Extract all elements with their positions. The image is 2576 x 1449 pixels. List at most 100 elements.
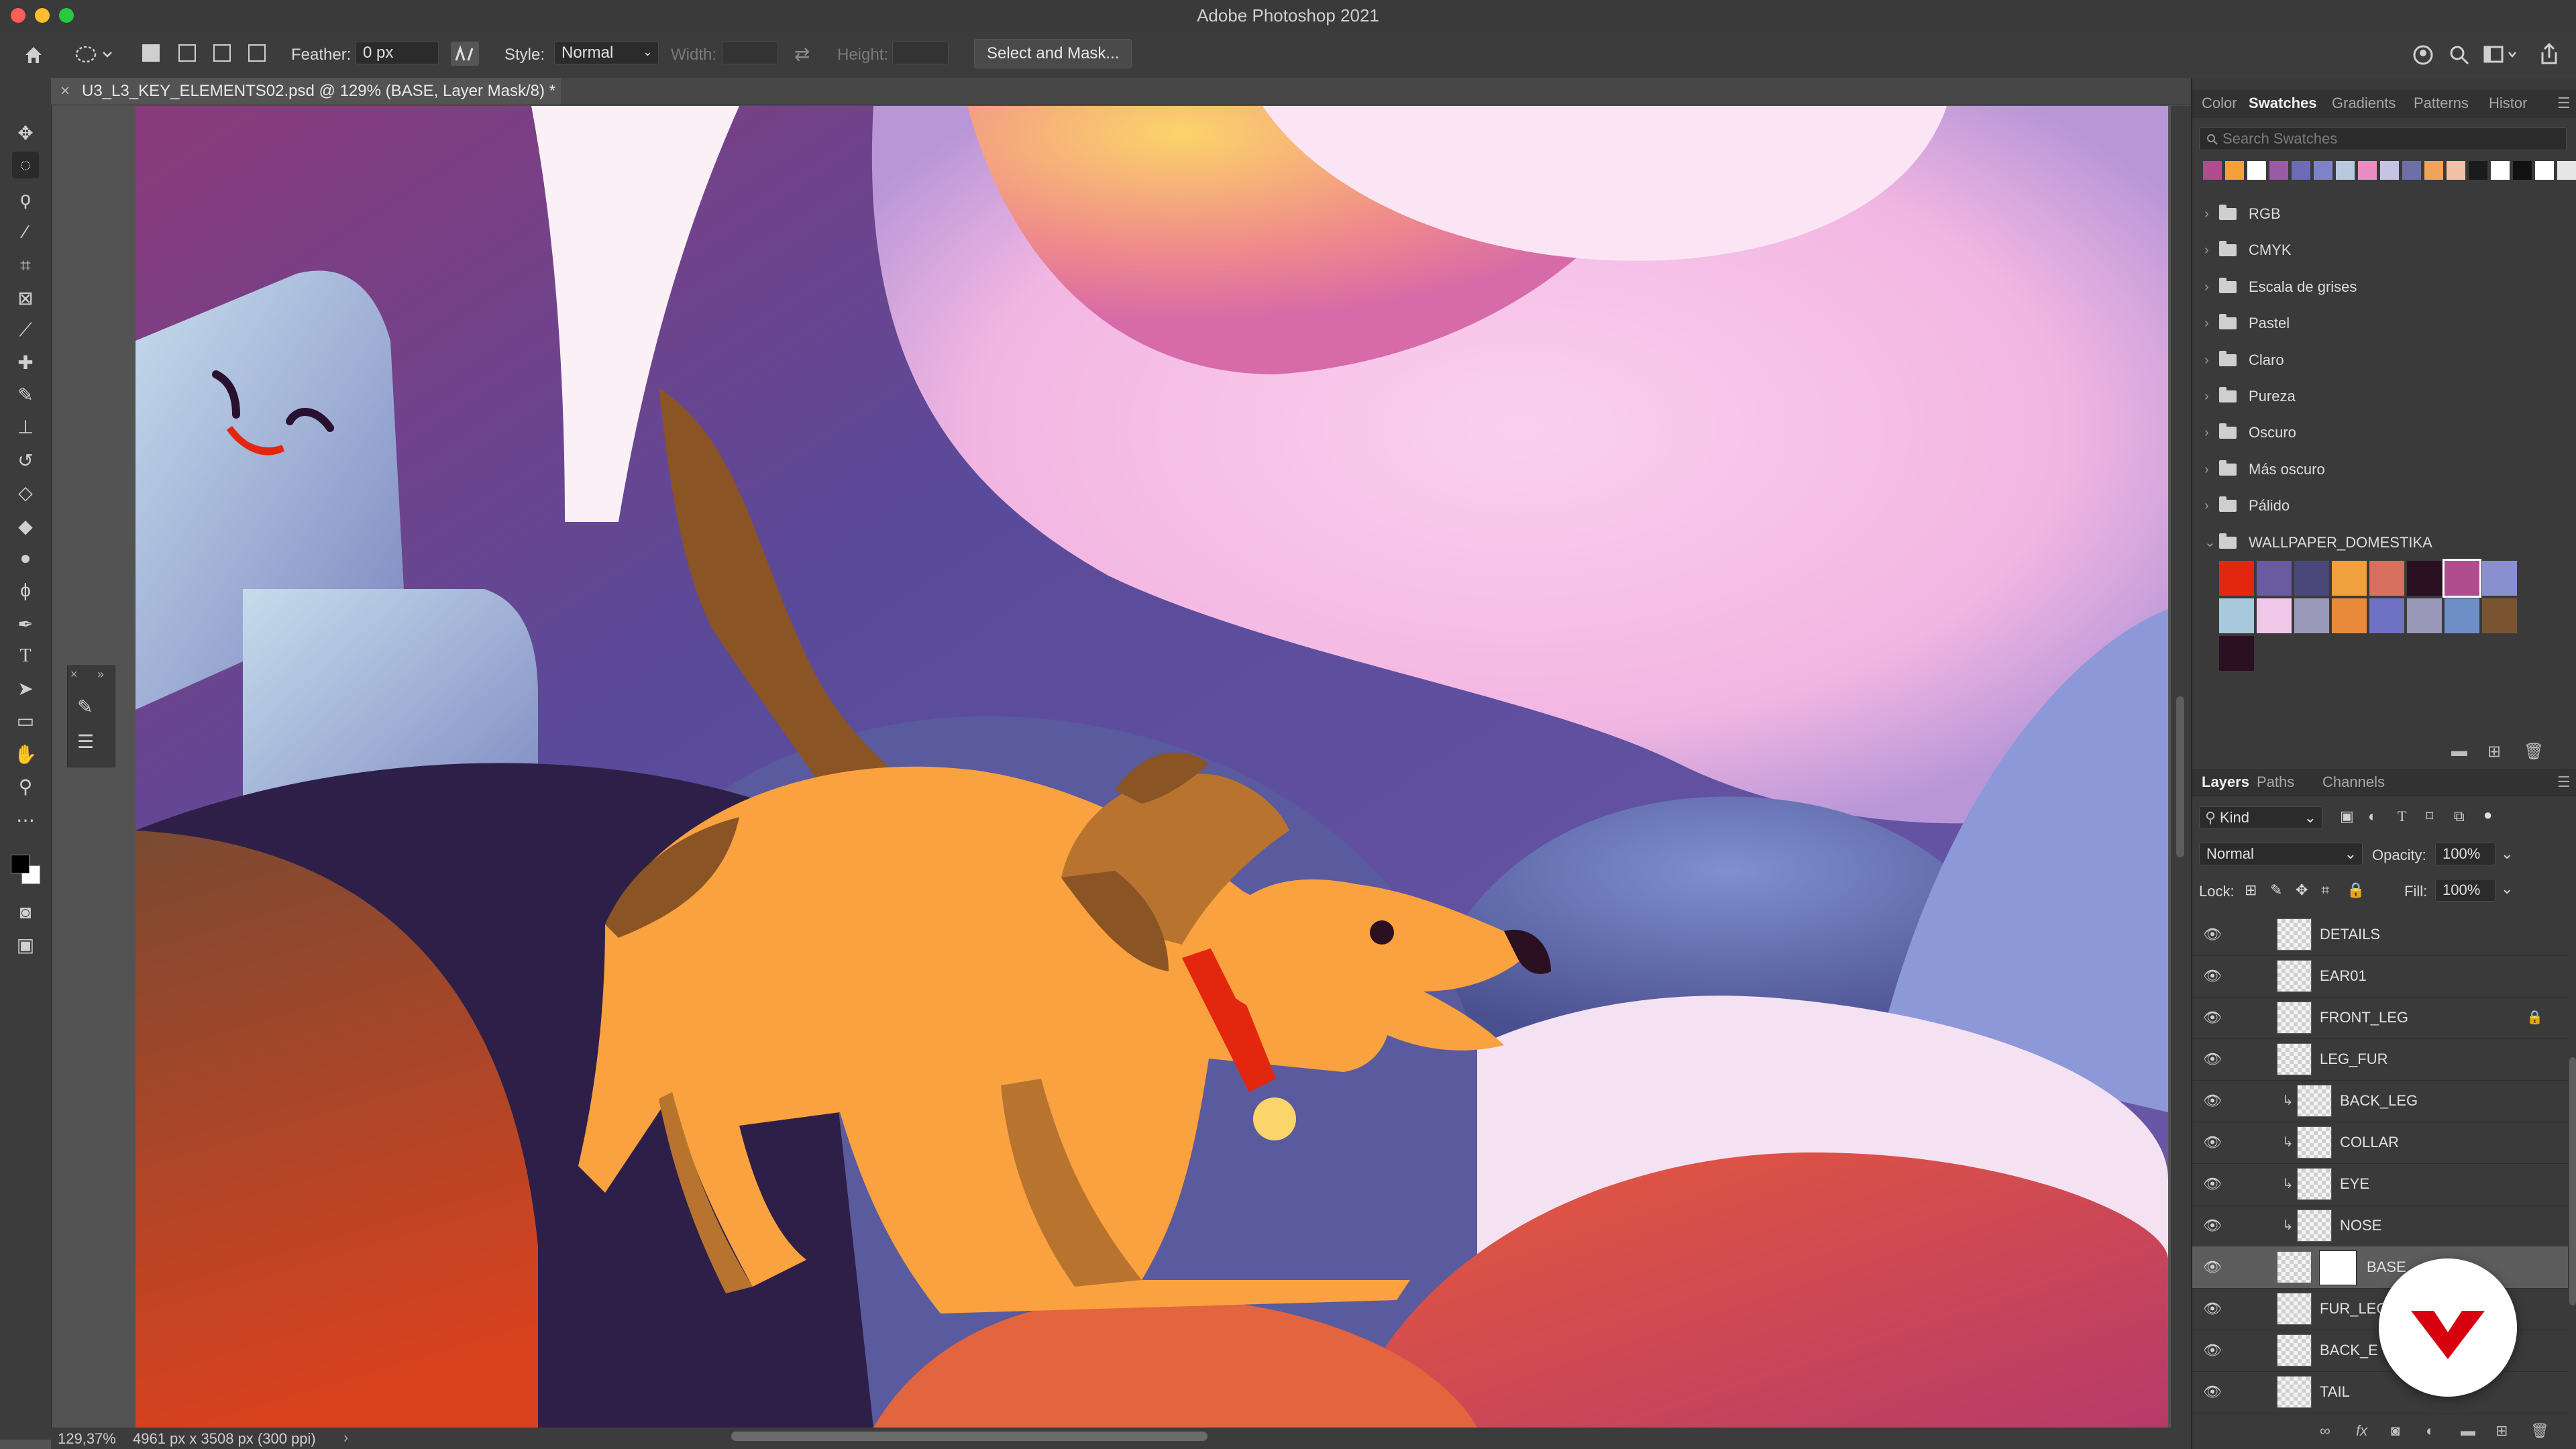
move-tool-icon[interactable]: ✥ [12, 119, 39, 146]
tab-gradients[interactable]: Gradients [2332, 90, 2396, 117]
share-learn-icon[interactable] [2411, 43, 2435, 67]
history-brush-tool-icon[interactable]: ↺ [12, 447, 39, 474]
search-icon[interactable] [2447, 43, 2471, 67]
home-icon[interactable] [20, 42, 47, 68]
paint-bucket-tool-icon[interactable]: ◆ [12, 513, 39, 539]
path-selection-tool-icon[interactable]: ➤ [12, 675, 39, 702]
height-input[interactable] [892, 42, 949, 64]
pen-tool-icon[interactable]: ✒ [12, 610, 39, 637]
new-swatch-icon[interactable]: ⊞ [2487, 742, 2501, 761]
new-selection-icon[interactable] [142, 44, 160, 62]
tab-paths[interactable]: Paths [2257, 769, 2294, 796]
eye-icon[interactable]: 👁 [2203, 1175, 2222, 1193]
more-tools-icon[interactable]: ⋯ [12, 806, 39, 833]
document-tab[interactable]: × U3_L3_KEY_ELEMENTS02.psd @ 129% (BASE,… [51, 78, 561, 105]
add-mask-icon[interactable]: ◙ [2391, 1422, 2400, 1440]
eye-icon[interactable]: 👁 [2203, 967, 2222, 985]
folder-swatch[interactable] [2219, 636, 2254, 671]
layer-filter-select[interactable]: Kind ⚲ ⌄ [2199, 806, 2322, 829]
lasso-tool-icon[interactable]: ϙ [12, 185, 39, 212]
swatch-folder[interactable]: › Claro [2192, 343, 2576, 377]
folder-swatch[interactable] [2219, 561, 2254, 596]
filter-shape-icon[interactable]: ⌑ [2426, 808, 2433, 825]
folder-swatch[interactable] [2407, 598, 2442, 633]
anti-alias-icon[interactable] [451, 42, 479, 66]
swatch-folder[interactable]: › RGB [2192, 197, 2576, 231]
tab-patterns[interactable]: Patterns [2414, 90, 2469, 117]
folder-swatch[interactable] [2332, 598, 2367, 633]
tab-layers[interactable]: Layers [2202, 769, 2249, 796]
filter-toggle-icon[interactable]: ● [2483, 806, 2492, 824]
recent-swatch[interactable] [2358, 161, 2377, 180]
subtract-from-selection-icon[interactable] [213, 44, 231, 62]
chevron-down-icon[interactable]: ⌄ [2501, 845, 2513, 863]
swatch-folder[interactable]: › CMYK [2192, 233, 2576, 267]
folder-swatch[interactable] [2369, 598, 2404, 633]
eyedropper-tool-icon[interactable]: ⟋ [12, 317, 39, 343]
recent-swatch[interactable] [2314, 161, 2332, 180]
new-layer-icon[interactable]: ⊞ [2496, 1422, 2508, 1440]
dodge-tool-icon[interactable]: ϕ [12, 577, 39, 604]
recent-swatch[interactable] [2557, 161, 2576, 180]
layer-row[interactable]: 👁 LEG_FUR [2192, 1038, 2568, 1081]
eye-icon[interactable]: 👁 [2203, 1383, 2222, 1401]
recent-swatch[interactable] [2247, 161, 2266, 180]
recent-swatch[interactable] [2469, 161, 2487, 180]
adjustment-layer-icon[interactable]: ◐ [2426, 1422, 2434, 1440]
swatch-folder[interactable]: › Pálido [2192, 489, 2576, 523]
brush-settings-icon[interactable]: ✎ [77, 696, 105, 722]
folder-swatch[interactable] [2369, 561, 2404, 596]
eye-icon[interactable]: 👁 [2203, 1217, 2222, 1234]
width-input[interactable] [722, 42, 778, 64]
tab-history[interactable]: Histor [2489, 90, 2527, 117]
tab-swatches[interactable]: Swatches [2249, 90, 2317, 117]
recent-swatch[interactable] [2535, 161, 2554, 180]
folder-swatch[interactable] [2219, 598, 2254, 633]
link-layers-icon[interactable]: ∞ [2320, 1422, 2330, 1440]
recent-swatch[interactable] [2513, 161, 2532, 180]
layer-row[interactable]: 👁 ↳ COLLAR [2192, 1122, 2568, 1164]
recent-swatch[interactable] [2491, 161, 2510, 180]
folder-swatch[interactable] [2445, 598, 2479, 633]
brush-tool-icon[interactable]: ✎ [12, 381, 39, 408]
color-swatches-icon[interactable] [11, 855, 40, 884]
add-to-selection-icon[interactable] [178, 44, 196, 62]
recent-swatch[interactable] [2269, 161, 2288, 180]
swatch-folder[interactable]: › Oscuro [2192, 416, 2576, 449]
zoom-level[interactable]: 129,37% [58, 1430, 116, 1448]
delete-layer-icon[interactable]: 🗑 [2530, 1422, 2549, 1440]
folder-swatch[interactable] [2257, 561, 2292, 596]
panel-menu-icon[interactable]: ☰ [2557, 90, 2571, 117]
new-group-icon[interactable]: ▬ [2451, 742, 2467, 761]
zoom-tool-icon[interactable]: ⚲ [12, 773, 39, 800]
filter-adjustment-icon[interactable]: ◐ [2368, 808, 2377, 825]
recent-swatch[interactable] [2203, 161, 2222, 180]
crop-tool-icon[interactable]: ⌗ [12, 252, 39, 279]
swatch-folder-open[interactable]: ⌄ WALLPAPER_DOMESTIKA [2192, 526, 2576, 559]
swatch-search-input[interactable]: Search Swatches [2199, 127, 2567, 150]
eraser-tool-icon[interactable]: ◇ [12, 479, 39, 506]
new-group-icon[interactable]: ▬ [2461, 1422, 2475, 1440]
eye-icon[interactable]: 👁 [2203, 1051, 2222, 1068]
healing-brush-tool-icon[interactable]: ✚ [12, 349, 39, 376]
tab-color[interactable]: Color [2202, 90, 2237, 117]
rectangle-tool-icon[interactable]: ▭ [12, 707, 39, 734]
intersect-selection-icon[interactable] [248, 44, 266, 62]
hand-tool-icon[interactable]: ✋ [12, 741, 39, 767]
layer-row[interactable]: 👁 DETAILS [2192, 914, 2568, 956]
elliptical-marquee-tool-icon[interactable]: ◌ [12, 152, 39, 178]
recent-swatch[interactable] [2380, 161, 2399, 180]
swap-dimensions-icon[interactable]: ⇄ [794, 43, 817, 66]
horizontal-scrollbar[interactable] [731, 1432, 1208, 1441]
folder-swatch[interactable] [2407, 561, 2442, 596]
canvas-artwork[interactable] [136, 106, 2168, 1428]
chevron-down-icon[interactable]: ⌄ [2501, 880, 2513, 898]
layer-row[interactable]: 👁 EAR01 [2192, 955, 2568, 998]
eye-icon[interactable]: 👁 [2203, 1258, 2222, 1276]
lock-artboard-icon[interactable]: ⌗ [2321, 881, 2329, 899]
panel-menu-icon[interactable]: ☰ [2557, 769, 2571, 796]
swatch-folder[interactable]: › Pureza [2192, 380, 2576, 413]
recent-swatch[interactable] [2447, 161, 2465, 180]
recent-swatch[interactable] [2336, 161, 2355, 180]
feather-input[interactable]: 0 px [356, 42, 439, 64]
